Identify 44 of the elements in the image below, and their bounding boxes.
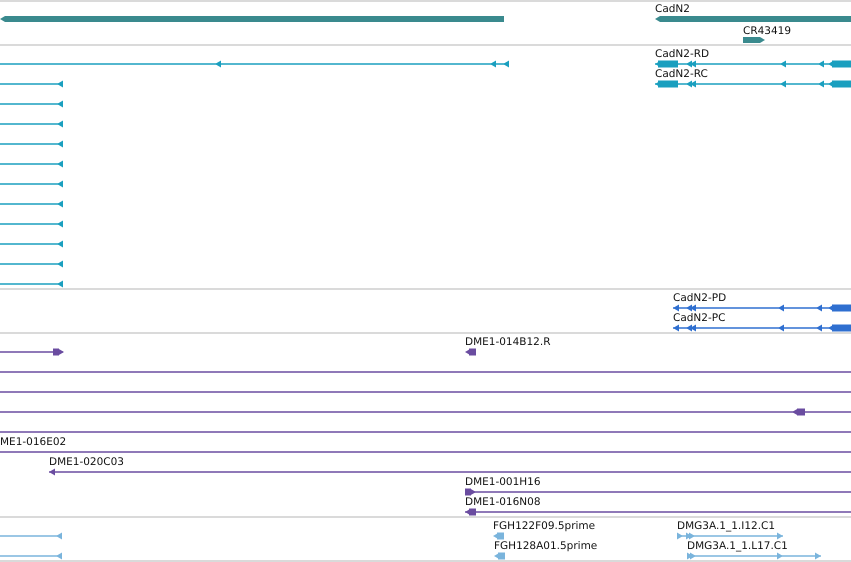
feature-label: FGH128A01.5prime xyxy=(494,540,598,552)
transcript-feature[interactable] xyxy=(0,200,63,208)
feature-label: CadN2-PC xyxy=(673,312,726,324)
est-feature[interactable] xyxy=(0,552,62,560)
feature-label: CadN2-PD xyxy=(673,292,726,304)
transcript-feature[interactable] xyxy=(0,260,63,268)
feature-label: DME1-001H16 xyxy=(465,476,541,488)
feature-label: FGH122F09.5prime xyxy=(493,520,596,532)
transcript-feature[interactable] xyxy=(0,100,63,108)
feature-label: CadN2-RC xyxy=(655,68,708,80)
transcript-feature[interactable] xyxy=(0,60,509,68)
gene-feature[interactable] xyxy=(743,37,765,43)
est-feature[interactable] xyxy=(0,532,62,540)
transcript-feature[interactable] xyxy=(0,140,63,148)
transcript-feature[interactable] xyxy=(655,80,851,88)
alignment-feature[interactable] xyxy=(0,408,851,416)
feature-label: CadN2-RD xyxy=(655,48,710,60)
est-feature[interactable] xyxy=(677,532,783,540)
feature-label: DME1-016N08 xyxy=(465,496,541,508)
alignment-feature[interactable] xyxy=(0,348,64,356)
est-feature[interactable] xyxy=(494,552,505,560)
transcript-feature[interactable] xyxy=(0,280,63,288)
feature-label: CadN2 xyxy=(655,3,690,15)
transcript-feature[interactable] xyxy=(0,80,63,88)
transcript-feature[interactable] xyxy=(0,220,63,228)
protein-feature[interactable] xyxy=(673,324,851,332)
est-feature[interactable] xyxy=(687,552,821,560)
feature-label: DMG3A.1_1.L17.C1 xyxy=(687,540,788,552)
est-feature[interactable] xyxy=(493,532,504,540)
feature-label: CR43419 xyxy=(743,25,792,37)
transcript-feature[interactable] xyxy=(0,120,63,128)
feature-label: DMG3A.1_1.I12.C1 xyxy=(677,520,776,532)
alignment-feature[interactable] xyxy=(465,348,476,356)
transcript-feature[interactable] xyxy=(655,60,851,68)
transcript-feature[interactable] xyxy=(0,240,63,248)
alignment-feature[interactable] xyxy=(49,468,851,476)
feature-label: DME1-014B12.R xyxy=(465,336,550,348)
feature-label: ME1-016E02 xyxy=(0,436,66,448)
transcript-feature[interactable] xyxy=(0,180,63,188)
protein-feature[interactable] xyxy=(673,304,851,312)
transcript-feature[interactable] xyxy=(0,160,63,168)
alignment-feature[interactable] xyxy=(465,488,851,496)
feature-label: DME1-020C03 xyxy=(49,456,124,468)
alignment-feature[interactable] xyxy=(465,508,851,516)
